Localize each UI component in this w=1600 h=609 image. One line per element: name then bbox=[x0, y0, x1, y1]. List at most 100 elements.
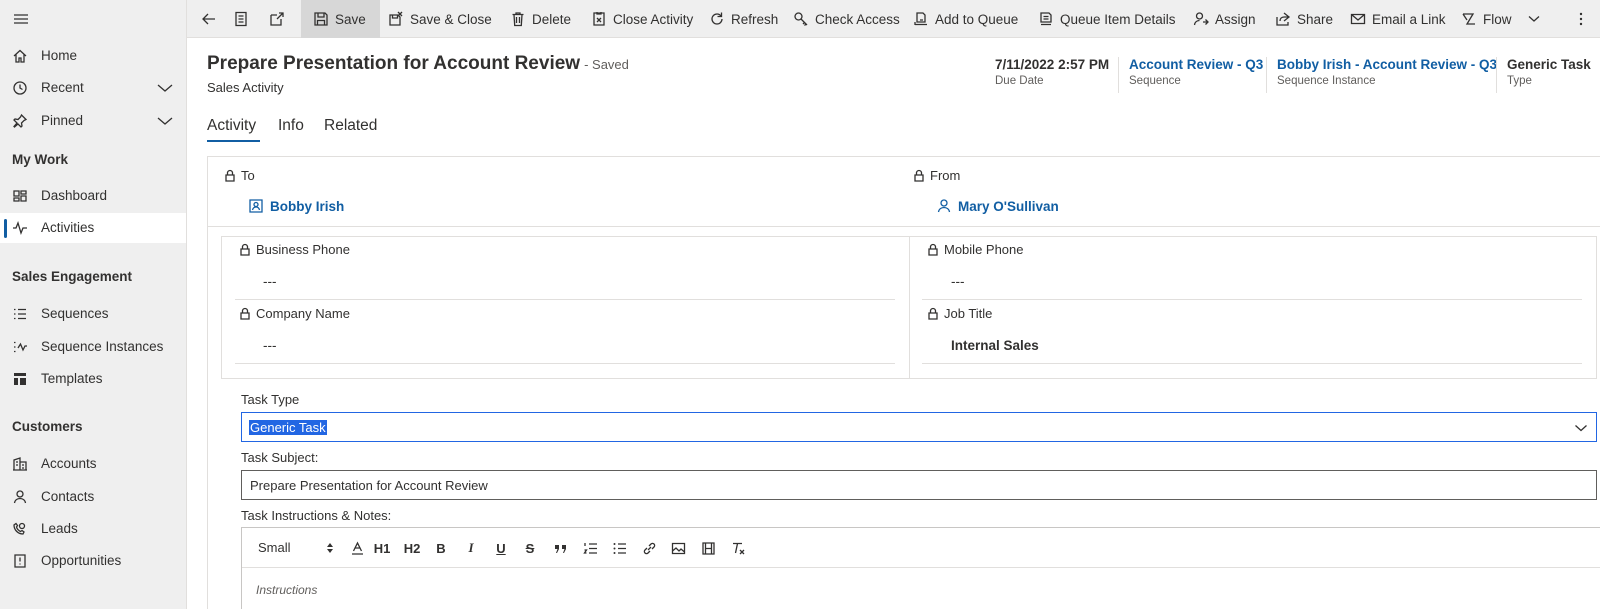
sidebar-item-contacts[interactable]: Contacts bbox=[0, 482, 186, 512]
image-button[interactable] bbox=[669, 539, 687, 557]
chevron-down-icon bbox=[1528, 16, 1539, 22]
sidebar-item-templates[interactable]: Templates bbox=[0, 364, 186, 394]
quote-button[interactable] bbox=[551, 539, 569, 557]
bold-button[interactable]: B bbox=[432, 539, 450, 557]
task-type-label: Task Type bbox=[241, 392, 300, 407]
home-icon bbox=[13, 49, 27, 63]
clear-formatting-button[interactable] bbox=[729, 539, 747, 557]
header-field-due-date: 7/11/2022 2:57 PM Due Date bbox=[995, 57, 1110, 87]
trash-icon bbox=[512, 12, 524, 27]
font-color-button[interactable] bbox=[348, 539, 366, 557]
sidebar-item-activities[interactable]: Activities bbox=[0, 213, 186, 243]
delete-button[interactable]: Delete bbox=[504, 0, 577, 38]
command-bar: Save Save & Close Delete Close Activity … bbox=[187, 0, 1600, 38]
from-label: From bbox=[913, 168, 960, 183]
opportunity-icon bbox=[14, 554, 26, 568]
more-commands-button[interactable] bbox=[1567, 0, 1595, 38]
numbered-list-button[interactable] bbox=[581, 539, 599, 557]
heading2-button[interactable]: H2 bbox=[403, 539, 421, 557]
owner-details-panel bbox=[909, 236, 1597, 379]
record-title: Prepare Presentation for Account Review bbox=[207, 53, 581, 74]
sidebar-item-sequences[interactable]: Sequences bbox=[0, 299, 186, 329]
divider bbox=[207, 226, 1600, 227]
refresh-button[interactable]: Refresh bbox=[703, 0, 784, 38]
bullet-list-button[interactable] bbox=[610, 539, 628, 557]
template-icon bbox=[14, 373, 26, 385]
sidebar-item-accounts[interactable]: Accounts bbox=[0, 449, 186, 479]
queue-item-details-button[interactable]: Queue Item Details bbox=[1032, 0, 1182, 38]
sidebar-item-home[interactable]: Home bbox=[0, 41, 186, 71]
chevron-down-icon[interactable] bbox=[157, 83, 173, 93]
flow-button[interactable]: Flow bbox=[1455, 0, 1546, 38]
divider bbox=[922, 299, 1582, 300]
editor-toolbar: Small H1 H2 B I U S bbox=[242, 528, 1600, 568]
lock-icon bbox=[225, 169, 235, 182]
activity-icon bbox=[13, 221, 27, 235]
contact-card-icon bbox=[249, 199, 263, 213]
task-subject-input[interactable] bbox=[241, 470, 1597, 500]
mobile-phone-value: --- bbox=[951, 274, 965, 289]
close-activity-button[interactable]: Close Activity bbox=[585, 0, 699, 38]
queue-icon bbox=[914, 12, 927, 26]
add-to-queue-button[interactable]: Add to Queue bbox=[907, 0, 1024, 38]
list-icon bbox=[14, 308, 26, 320]
from-lookup-value[interactable]: Mary O'Sullivan bbox=[936, 198, 1059, 214]
quote-icon bbox=[554, 544, 566, 553]
check-access-button[interactable]: Check Access bbox=[787, 0, 906, 38]
close-activity-icon bbox=[593, 12, 605, 26]
font-color-icon bbox=[351, 541, 363, 555]
sequence-instance-link[interactable]: Bobby Irish - Account Review - Q3 bbox=[1277, 57, 1497, 72]
key-icon bbox=[794, 12, 808, 26]
sidebar-item-opportunities[interactable]: Opportunities bbox=[0, 546, 186, 576]
tab-related[interactable]: Related bbox=[324, 117, 377, 135]
sidebar-item-recent[interactable]: Recent bbox=[0, 73, 186, 103]
image-icon bbox=[671, 542, 685, 554]
tab-activity[interactable]: Activity bbox=[207, 117, 256, 135]
font-size-select[interactable]: Small bbox=[258, 540, 291, 555]
link-button[interactable] bbox=[640, 539, 658, 557]
share-button[interactable]: Share bbox=[1269, 0, 1339, 38]
header-field-sequence-instance: Bobby Irish - Account Review - Q3 Sequen… bbox=[1266, 57, 1497, 93]
mobile-phone-label: Mobile Phone bbox=[927, 242, 1024, 257]
sequence-link[interactable]: Account Review - Q3 bbox=[1129, 57, 1263, 72]
tab-info[interactable]: Info bbox=[278, 117, 304, 135]
editor-placeholder: Instructions bbox=[256, 583, 318, 597]
heading1-button[interactable]: H1 bbox=[373, 539, 391, 557]
hamburger-menu-icon[interactable] bbox=[12, 11, 30, 27]
lock-icon bbox=[240, 307, 250, 320]
back-button[interactable] bbox=[195, 0, 223, 38]
section-sales-engagement: Sales Engagement bbox=[12, 269, 133, 284]
refresh-icon bbox=[711, 12, 723, 25]
save-button[interactable]: Save bbox=[301, 0, 380, 38]
strikethrough-button[interactable]: S bbox=[521, 539, 539, 557]
chevron-down-icon[interactable] bbox=[157, 116, 173, 126]
save-close-button[interactable]: Save & Close bbox=[382, 0, 498, 38]
building-icon bbox=[13, 457, 27, 471]
numbered-list-icon bbox=[582, 542, 597, 554]
italic-button[interactable]: I bbox=[462, 539, 480, 557]
sidebar-item-sequence-instances[interactable]: Sequence Instances bbox=[0, 332, 186, 362]
chevron-down-icon bbox=[1575, 425, 1587, 432]
sidebar-item-dashboard[interactable]: Dashboard bbox=[0, 181, 186, 211]
email-link-button[interactable]: Email a Link bbox=[1344, 0, 1452, 38]
sidebar-item-pinned[interactable]: Pinned bbox=[0, 106, 186, 136]
pin-icon bbox=[13, 113, 28, 128]
sidebar-item-leads[interactable]: Leads bbox=[0, 514, 186, 544]
phone-person-icon bbox=[13, 522, 26, 535]
form-icon bbox=[235, 11, 247, 27]
form-view-button[interactable] bbox=[227, 0, 255, 38]
header-field-sequence: Account Review - Q3 Sequence bbox=[1118, 57, 1263, 93]
up-down-arrows-icon bbox=[327, 543, 333, 553]
assign-icon bbox=[1193, 12, 1209, 26]
assign-button[interactable]: Assign bbox=[1187, 0, 1262, 38]
video-button[interactable] bbox=[699, 539, 717, 557]
task-type-select[interactable]: Generic Task bbox=[241, 412, 1597, 442]
underline-button[interactable]: U bbox=[492, 539, 510, 557]
pop-out-button[interactable] bbox=[263, 0, 291, 38]
rich-text-editor[interactable]: Small H1 H2 B I U S Instructions bbox=[241, 527, 1600, 609]
divider bbox=[235, 299, 895, 300]
to-lookup-value[interactable]: Bobby Irish bbox=[248, 198, 344, 214]
task-type-selected-value: Generic Task bbox=[249, 420, 327, 435]
person-icon bbox=[13, 490, 27, 504]
arrow-left-icon bbox=[202, 13, 215, 25]
